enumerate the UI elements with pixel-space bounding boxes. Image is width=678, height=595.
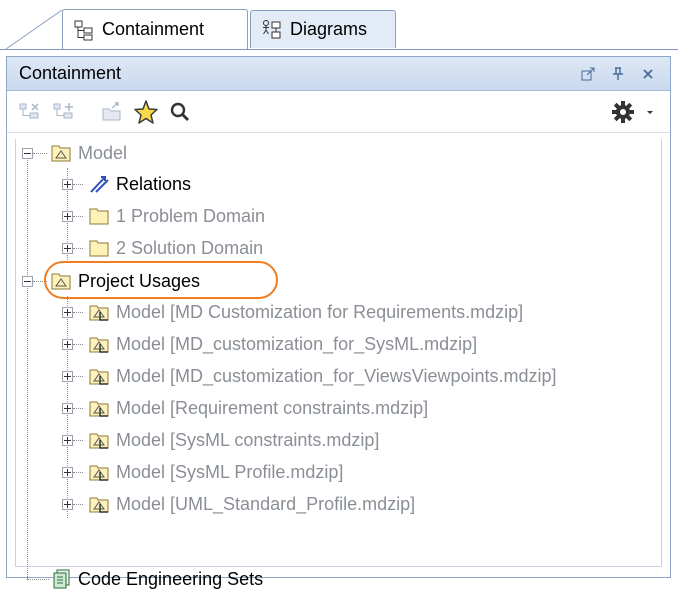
expander-usage[interactable]	[62, 307, 73, 318]
toolbar	[7, 91, 670, 133]
used-model-icon	[89, 337, 109, 353]
containment-tree-icon	[74, 20, 93, 40]
tree-item-label: Model [MD Customization for Requirements…	[116, 301, 524, 322]
expander-usage[interactable]	[62, 499, 73, 510]
tree-guide-root	[27, 153, 28, 579]
tree-item-label: 2 Solution Domain	[116, 237, 264, 258]
tree-item-usage[interactable]: Model [UML_Standard_Profile.mdzip]	[88, 488, 415, 520]
undock-icon[interactable]	[578, 64, 598, 84]
expander-model[interactable]	[22, 148, 33, 159]
tree-item-label: 1 Problem Domain	[116, 205, 266, 226]
search-icon[interactable]	[165, 97, 195, 127]
expander-usage[interactable]	[62, 403, 73, 414]
expander-problem-domain[interactable]	[62, 211, 73, 222]
expander-usage[interactable]	[62, 339, 73, 350]
dropdown-arrow-icon[interactable]	[642, 97, 658, 127]
used-model-icon	[89, 369, 109, 385]
favorite-star-icon[interactable]	[131, 97, 161, 127]
tree-item-model[interactable]: Model	[50, 137, 127, 169]
code-engineering-icon	[53, 569, 70, 589]
tree-item-label: Model [SysML Profile.mdzip]	[116, 461, 344, 482]
folder-icon	[89, 208, 109, 225]
diagrams-icon	[263, 19, 281, 38]
tree-item-label: Model [MD_customization_for_SysML.mdzip]	[116, 333, 478, 354]
tree-connector	[73, 184, 83, 185]
containment-panel: Containment Model Relations 1 Problem Do…	[6, 56, 671, 589]
tree-item-usage[interactable]: Model [SysML Profile.mdzip]	[88, 456, 343, 488]
tree-item-label: Model [SysML constraints.mdzip]	[116, 429, 380, 450]
collapse-all-icon[interactable]	[15, 97, 45, 127]
tree-item-label: Model [Requirement constraints.mdzip]	[116, 397, 429, 418]
tab-baseline	[0, 49, 678, 50]
tree-connector	[73, 440, 83, 441]
expand-all-icon[interactable]	[49, 97, 79, 127]
tree-item-relations[interactable]: Relations	[88, 168, 191, 200]
tree-item-usage[interactable]: Model [SysML constraints.mdzip]	[88, 424, 379, 456]
tree-connector	[33, 281, 47, 282]
tree-connector	[73, 312, 83, 313]
expander-solution-domain[interactable]	[62, 243, 73, 254]
folder-icon	[89, 240, 109, 257]
used-model-icon	[89, 433, 109, 449]
package-model-icon	[51, 145, 71, 162]
expander-usage[interactable]	[62, 371, 73, 382]
tree-item-code-engineering-sets[interactable]: Code Engineering Sets	[50, 563, 263, 595]
panel-header: Containment	[7, 57, 670, 91]
tree-item-solution-domain[interactable]: 2 Solution Domain	[88, 232, 263, 264]
tab-containment[interactable]: Containment	[62, 9, 248, 49]
tree-connector	[73, 472, 83, 473]
tab-containment-label: Containment	[102, 19, 205, 39]
tree-connector	[73, 504, 83, 505]
pin-icon[interactable]	[608, 64, 628, 84]
panel-title: Containment	[19, 63, 122, 83]
used-model-icon	[89, 465, 109, 481]
used-model-icon	[89, 401, 109, 417]
tree-connector	[73, 248, 83, 249]
tree-item-usage[interactable]: Model [Requirement constraints.mdzip]	[88, 392, 428, 424]
tree-item-project-usages[interactable]: Project Usages	[50, 265, 200, 297]
tree-connector	[73, 216, 83, 217]
tree-item-label: Model [MD_customization_for_ViewsViewpoi…	[116, 365, 557, 386]
tree-guide-last	[27, 579, 49, 580]
expander-usage[interactable]	[62, 467, 73, 478]
tab-diagrams-label: Diagrams	[290, 19, 368, 39]
tree-item-usage[interactable]: Model [MD_customization_for_ViewsViewpoi…	[88, 360, 557, 392]
tree-item-usage[interactable]: Model [MD_customization_for_SysML.mdzip]	[88, 328, 477, 360]
tree-connector	[33, 153, 47, 154]
used-model-icon	[89, 305, 109, 321]
expander-usage[interactable]	[62, 435, 73, 446]
tree-item-usage[interactable]: Model [MD Customization for Requirements…	[88, 296, 523, 328]
tree-connector	[73, 344, 83, 345]
tree-item-label: Model [UML_Standard_Profile.mdzip]	[116, 493, 416, 514]
expander-project-usages[interactable]	[22, 276, 33, 287]
tree-connector	[73, 408, 83, 409]
gear-icon[interactable]	[608, 97, 638, 127]
tree-item-label: Code Engineering Sets	[78, 568, 264, 589]
tab-diagrams[interactable]: Diagrams	[250, 10, 396, 48]
expander-relations[interactable]	[62, 179, 73, 190]
containment-tree: Model Relations 1 Problem Domain 2 Solut…	[15, 137, 662, 589]
tree-item-label: Model	[78, 142, 128, 163]
used-model-icon	[89, 497, 109, 513]
relations-icon	[90, 176, 109, 193]
close-icon[interactable]	[638, 64, 658, 84]
tree-item-problem-domain[interactable]: 1 Problem Domain	[88, 200, 265, 232]
tree-connector	[73, 376, 83, 377]
view-tab-strip: Containment Diagrams	[0, 0, 678, 50]
package-model-icon	[51, 273, 71, 290]
tree-item-label: Project Usages	[78, 270, 201, 291]
open-icon[interactable]	[97, 97, 127, 127]
tree-item-label: Relations	[116, 173, 192, 194]
